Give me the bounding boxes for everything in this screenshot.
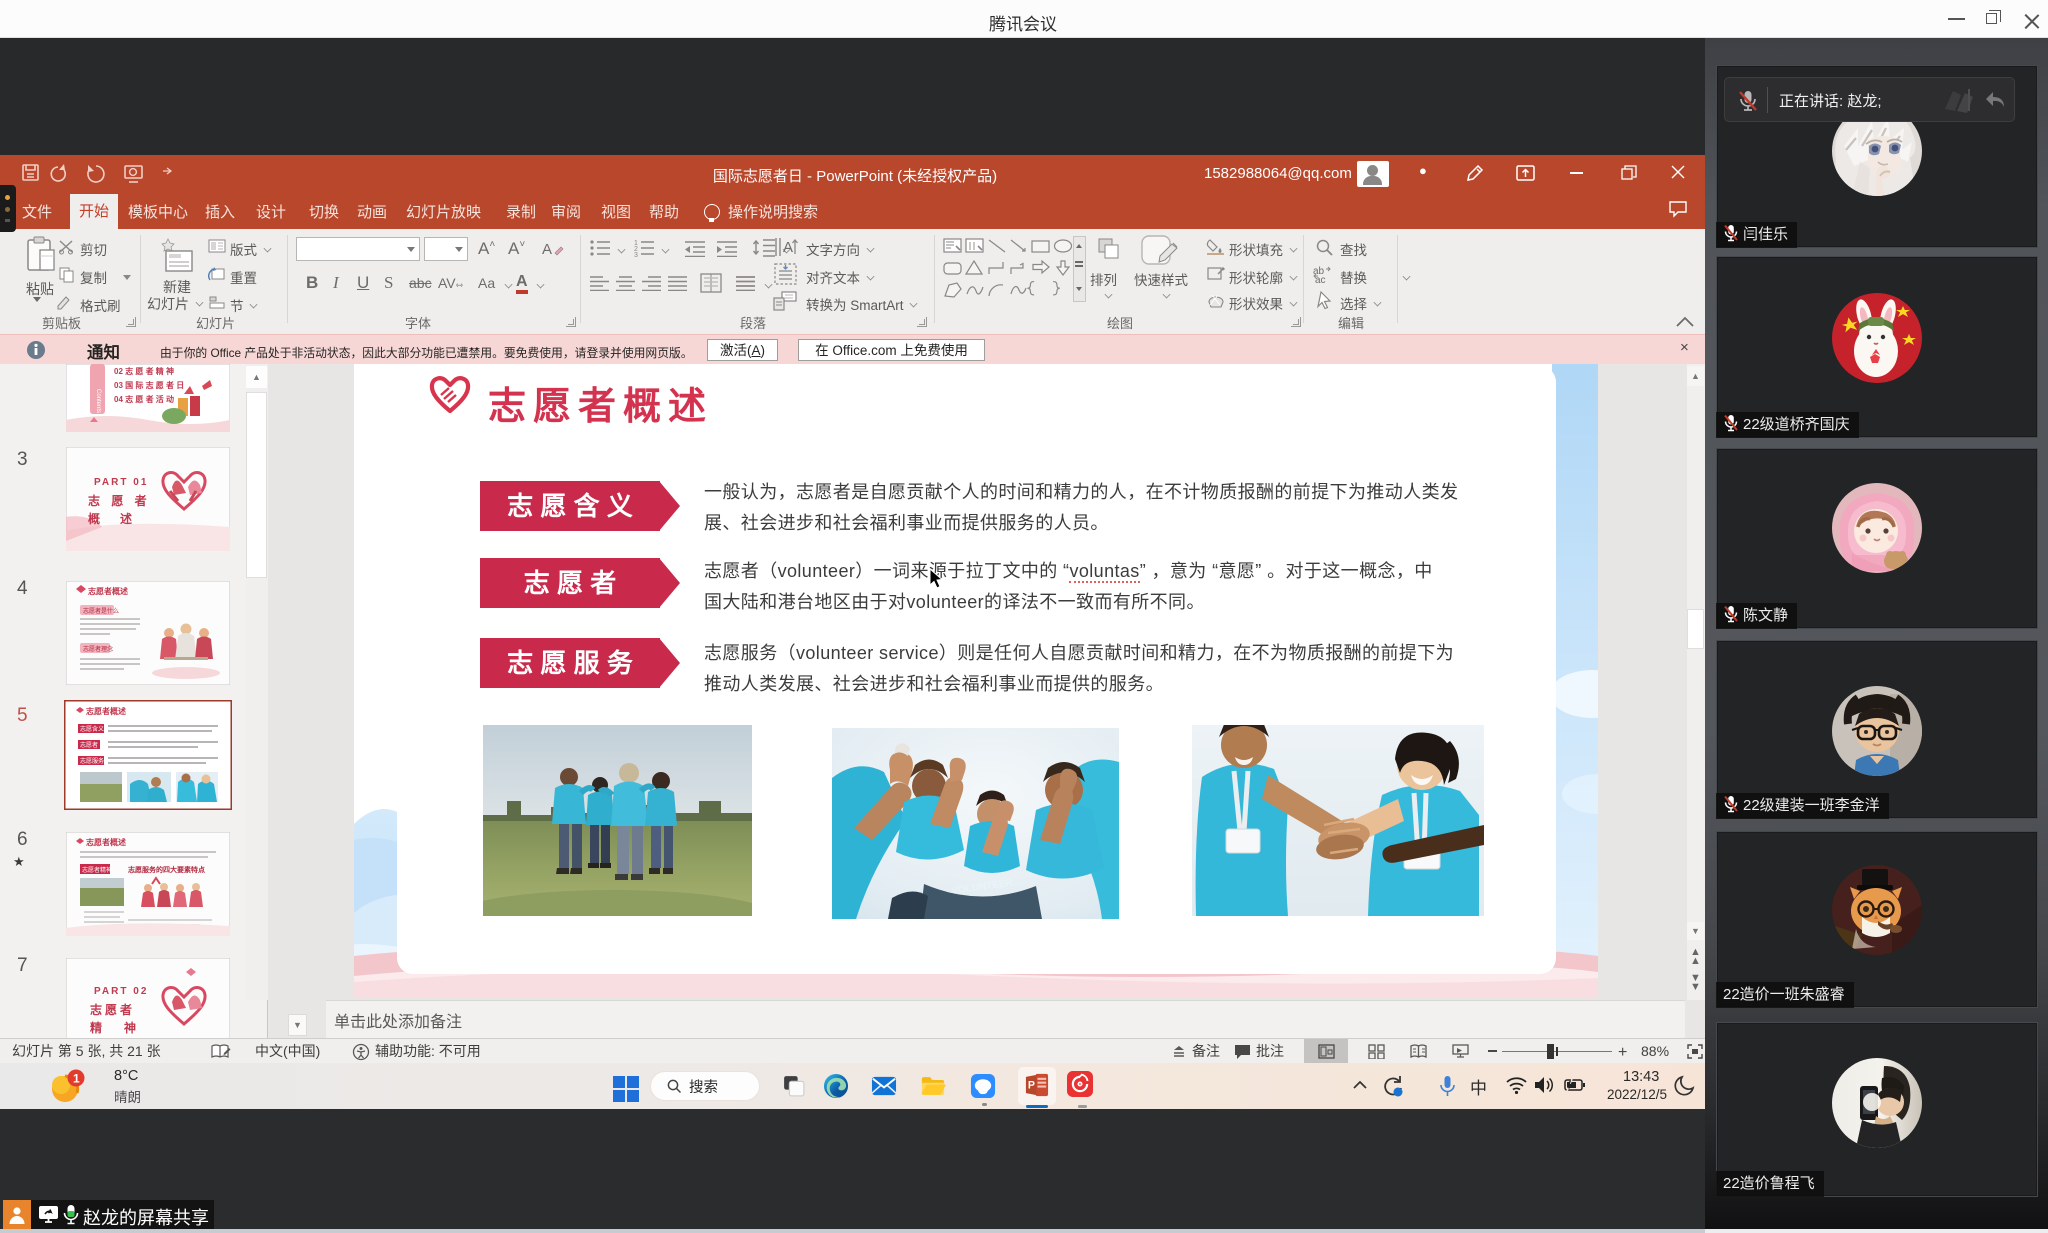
svg-text:03 国 际 志 愿 者 日: 03 国 际 志 愿 者 日	[114, 380, 184, 390]
svg-text:志愿者精神: 志愿者精神	[82, 866, 112, 874]
svg-text:02 志 愿 者 精 神: 02 志 愿 者 精 神	[114, 366, 174, 376]
svg-text:1: 1	[73, 1072, 80, 1086]
svg-text:志愿服务: 志愿服务	[80, 757, 104, 765]
svg-text:3: 3	[634, 252, 638, 257]
svg-text:志愿者: 志愿者	[80, 741, 98, 749]
svg-text:A: A	[542, 241, 552, 258]
svg-text:志愿者概述: 志愿者概述	[86, 706, 126, 716]
svg-text:PART 02: PART 02	[94, 986, 148, 997]
svg-text:A: A	[783, 239, 793, 256]
svg-text:志愿者概述: 志愿者概述	[88, 586, 128, 596]
svg-text:志愿者: 志愿者	[90, 1002, 135, 1017]
svg-text:志愿者概述: 志愿者概述	[86, 837, 126, 847]
svg-text:精 神: 精 神	[90, 1020, 141, 1035]
svg-text:志愿含义: 志愿含义	[80, 725, 104, 733]
svg-text:PART 01: PART 01	[94, 477, 148, 488]
svg-text:概 述: 概 述	[88, 511, 136, 526]
svg-text:志愿者是什么: 志愿者是什么	[83, 607, 119, 615]
svg-text:Contents: Contents	[95, 389, 101, 413]
svg-text:04 志 愿 者 活 动: 04 志 愿 者 活 动	[114, 394, 174, 404]
svg-text:志 愿 者: 志 愿 者	[88, 493, 151, 508]
svg-text:志愿者理念: 志愿者理念	[83, 645, 113, 653]
svg-text:志愿服务的四大要素特点: 志愿服务的四大要素特点	[128, 865, 205, 874]
svg-text:P: P	[1028, 1079, 1035, 1091]
